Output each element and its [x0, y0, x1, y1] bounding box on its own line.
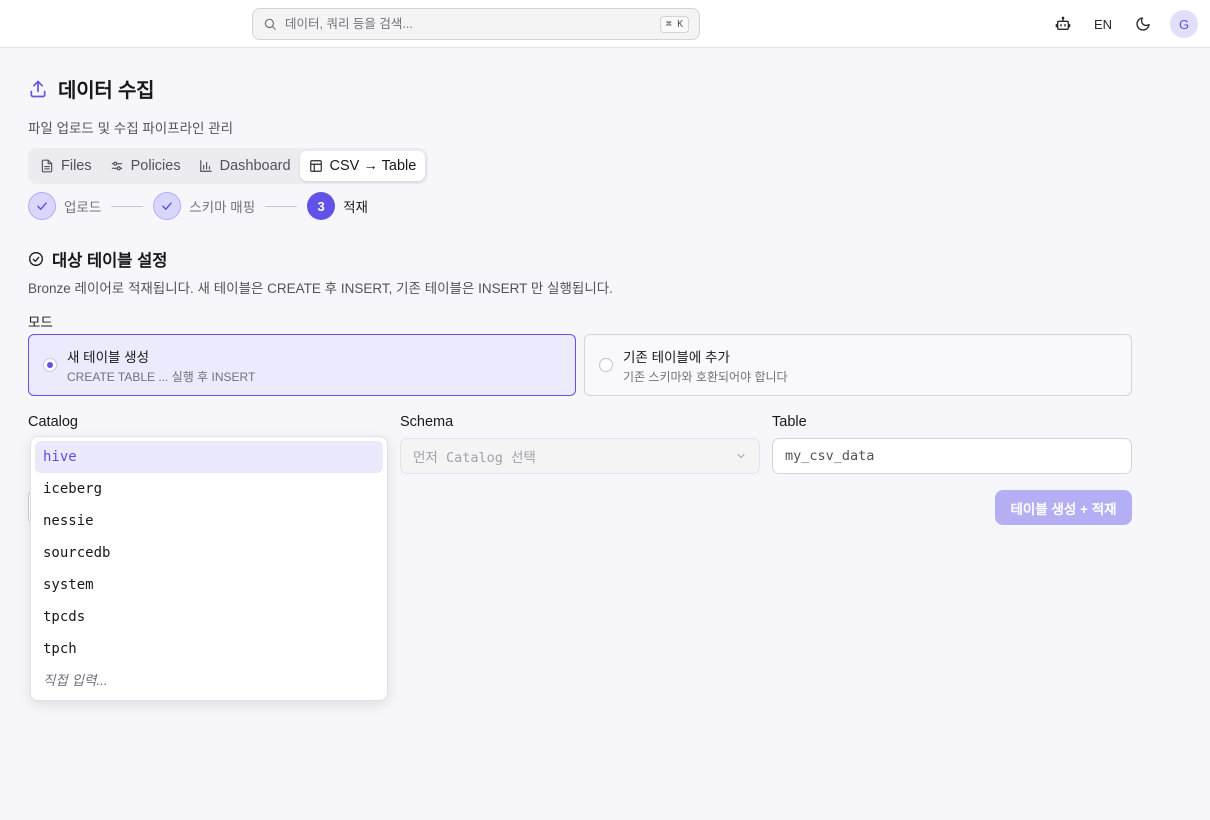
table-icon — [309, 159, 323, 173]
step-3-number: 3 — [307, 192, 336, 220]
step-label-load: 적재 — [343, 200, 368, 215]
mode-option-append[interactable]: 기존 테이블에 추가 기존 스키마와 호환되어야 합니다 — [584, 334, 1132, 396]
bar-chart-icon — [199, 159, 213, 173]
file-icon — [40, 159, 54, 173]
search-input[interactable] — [285, 17, 660, 31]
step-2-check-icon — [153, 192, 182, 220]
language-toggle[interactable]: EN — [1090, 17, 1116, 32]
tab-label: CSV → Table — [329, 158, 417, 174]
mode-option-new-table[interactable]: 새 테이블 생성 CREATE TABLE ... 실행 후 INSERT — [28, 334, 576, 396]
search-shortcut-badge: ⌘ K — [659, 15, 689, 33]
section-header: 대상 테이블 설정 — [28, 247, 167, 271]
table-label: Table — [772, 414, 807, 430]
step-label-schema-mapping: 스키마 매핑 — [189, 200, 256, 215]
global-search[interactable]: ⌘ K — [252, 8, 700, 40]
page-title: 데이터 수집 — [58, 80, 155, 102]
dropdown-option[interactable]: iceberg — [35, 473, 383, 505]
moon-icon[interactable] — [1130, 11, 1156, 37]
tab-bar: Files Policies Dashboard CSV → Table — [28, 148, 429, 184]
dropdown-option[interactable]: nessie — [35, 505, 383, 537]
table-name-input[interactable]: my_csv_data — [772, 438, 1132, 474]
page-header: 데이터 수집 파일 업로드 및 수집 파이프라인 관리 — [28, 74, 233, 137]
upload-icon — [28, 79, 48, 99]
mode-subtitle: CREATE TABLE ... 실행 후 INSERT — [67, 369, 256, 384]
dropdown-option[interactable]: tpcds — [35, 601, 383, 633]
dropdown-option[interactable]: sourcedb — [35, 537, 383, 569]
catalog-label: Catalog — [28, 414, 78, 430]
tab-label: Policies — [130, 158, 181, 174]
schema-select[interactable]: 먼저 Catalog 선택 — [400, 438, 760, 474]
radio-selected[interactable] — [43, 358, 57, 372]
step-label-upload: 업로드 — [64, 200, 102, 215]
check-circle-icon — [28, 251, 44, 267]
stepper: 업로드 스키마 매핑 3 적재 — [28, 192, 368, 220]
tab-files[interactable]: Files — [31, 151, 101, 181]
dropdown-option[interactable]: system — [35, 569, 383, 601]
top-bar: ⌘ K EN G — [0, 0, 1210, 48]
tab-dashboard[interactable]: Dashboard — [190, 151, 300, 181]
page-subtitle: 파일 업로드 및 수집 파이프라인 관리 — [28, 121, 234, 136]
mode-title: 기존 테이블에 추가 — [623, 349, 730, 365]
chevron-down-icon — [735, 450, 747, 462]
tab-csv-to-table[interactable]: CSV → Table — [299, 151, 426, 181]
catalog-dropdown: hive iceberg nessie sourcedb system tpcd… — [30, 436, 388, 701]
step-connector — [265, 205, 298, 207]
sliders-icon — [110, 159, 124, 173]
mode-title: 새 테이블 생성 — [67, 349, 150, 365]
tab-label: Dashboard — [219, 158, 291, 174]
dropdown-option[interactable]: hive — [35, 441, 383, 473]
manual-entry-option[interactable]: 직접 입력... — [35, 665, 383, 693]
section-description: Bronze 레이어로 적재됩니다. 새 테이블은 CREATE 후 INSER… — [28, 281, 613, 296]
avatar[interactable]: G — [1170, 10, 1198, 38]
search-icon — [263, 17, 277, 31]
section-title: 대상 테이블 설정 — [52, 252, 168, 270]
step-1-check-icon — [28, 192, 56, 220]
radio-unselected[interactable] — [599, 358, 613, 372]
bot-icon[interactable] — [1050, 11, 1076, 37]
mode-label: 모드 — [28, 315, 53, 330]
step-connector — [111, 205, 144, 207]
tab-policies[interactable]: Policies — [101, 151, 190, 181]
schema-placeholder: 먼저 Catalog 선택 — [413, 450, 536, 466]
tab-label: Files — [61, 158, 92, 174]
mode-subtitle: 기존 스키마와 호환되어야 합니다 — [623, 369, 788, 384]
dropdown-option[interactable]: tpch — [35, 633, 383, 665]
create-and-load-button[interactable]: 테이블 생성 + 적재 — [995, 490, 1132, 525]
schema-label: Schema — [400, 414, 454, 430]
